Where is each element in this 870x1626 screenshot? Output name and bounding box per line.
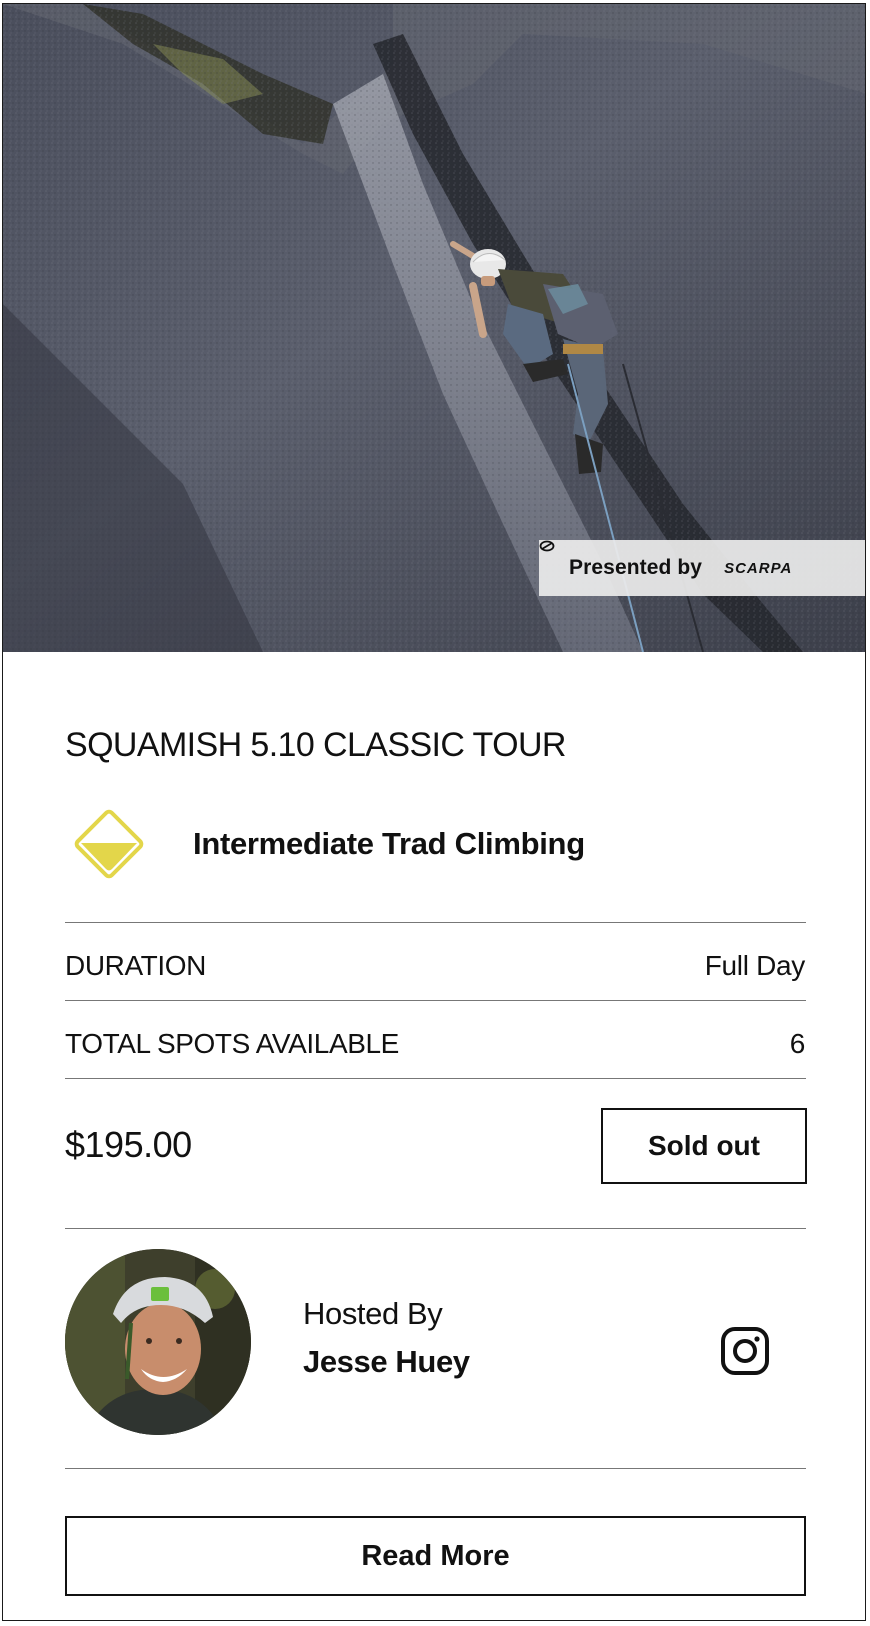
sold-out-button[interactable]: Sold out (601, 1108, 807, 1184)
divider (65, 1228, 806, 1229)
host-photo (65, 1249, 251, 1435)
divider (65, 1078, 806, 1079)
tour-title: SQUAMISH 5.10 CLASSIC TOUR (65, 726, 566, 764)
duration-value: Full Day (704, 950, 806, 981)
duration-label: DURATION (65, 950, 206, 981)
instagram-icon[interactable] (720, 1326, 770, 1376)
divider (65, 1000, 806, 1001)
price: $195.00 (65, 1124, 192, 1165)
sponsor-logo-text: SCARPA (724, 559, 793, 577)
intermediate-diamond-icon (74, 809, 144, 879)
divider (65, 1468, 806, 1469)
sponsor-logo: SCARPA (539, 540, 793, 577)
host-name: Jesse Huey (303, 1344, 470, 1379)
hero-image: Presented by SCARPA (3, 4, 865, 652)
hosted-by-label: Hosted By (303, 1296, 443, 1331)
read-more-button[interactable]: Read More (65, 1516, 806, 1596)
spots-label: TOTAL SPOTS AVAILABLE (65, 1028, 399, 1059)
scarpa-logo-icon (539, 540, 555, 552)
avatar (65, 1249, 251, 1435)
sponsor-label: Presented by (569, 556, 703, 579)
tour-card: Presented by SCARPA SQUAMISH 5.10 CLASSI… (2, 3, 866, 1621)
spots-value: 6 (789, 1028, 806, 1059)
sponsor-banner: Presented by SCARPA (539, 540, 865, 596)
skill-level: Intermediate Trad Climbing (193, 826, 585, 861)
divider (65, 922, 806, 923)
